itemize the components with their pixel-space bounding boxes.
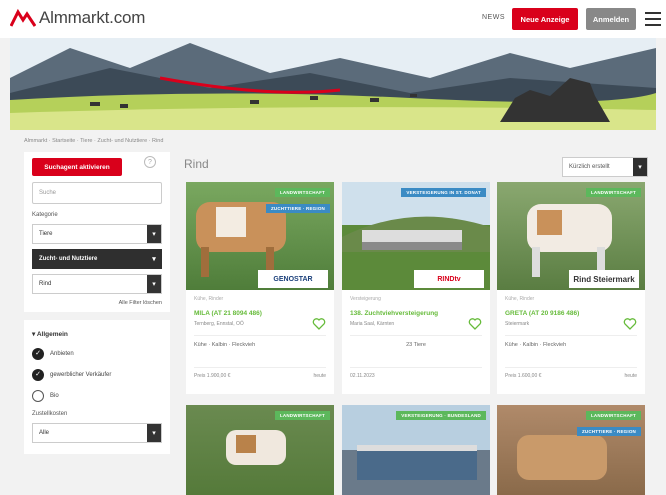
category-badge: VERSTEIGERUNG · BUNDESLAND (396, 411, 486, 420)
region-badge: ZUCHTTIERE · REGION (576, 427, 641, 436)
mountain-logo-icon (10, 8, 36, 27)
chevron-down-icon: ▾ (633, 158, 647, 176)
chevron-down-icon: ▾ (147, 250, 161, 268)
price-select[interactable]: Alle ▾ (32, 423, 162, 443)
heart-icon[interactable] (468, 317, 482, 331)
site-logo[interactable]: Almmarkt.com (10, 8, 145, 28)
listing-info: 23 Tiere (350, 335, 482, 363)
category-badge: LANDWIRTSCHAFT (585, 188, 641, 197)
general-section-title[interactable]: ▾ Allgemein (32, 330, 162, 338)
check-icon: ✓ (32, 369, 44, 381)
filter-option-commercial[interactable]: ✓ gewerblicher Verkäufer (32, 369, 162, 381)
check-icon: ✓ (32, 348, 44, 360)
checkbox-empty-icon (32, 390, 44, 402)
news-link[interactable]: NEWS (482, 14, 505, 21)
category-badge: LANDWIRTSCHAFT (585, 411, 641, 420)
login-button[interactable]: Anmelden (586, 8, 636, 30)
heart-icon[interactable] (623, 317, 637, 331)
listing-title[interactable]: 138. Zuchtviehversteigerung (342, 302, 460, 317)
hero-banner (10, 38, 656, 130)
listing-title[interactable]: GRETA (AT 20 9186 486) (497, 302, 615, 317)
listing-card[interactable]: LANDWIRTSCHAFT ZUCHTTIERE · REGION (497, 405, 645, 495)
category-badge: LANDWIRTSCHAFT (274, 411, 330, 420)
listing-image[interactable]: LANDWIRTSCHAFT ZUCHTTIERE · REGION (497, 405, 645, 495)
page-title: Rind (184, 157, 209, 171)
seller-logo: GENOSTAR (258, 270, 328, 288)
filter-sidebar: Suchagent aktivieren ? Suche Kategorie T… (24, 152, 170, 462)
category-select-1[interactable]: Tiere ▾ (32, 224, 162, 244)
listing-image[interactable]: VERSTEIGERUNG IN ST. DONAT RINDtv (342, 182, 490, 290)
listing-card[interactable]: VERSTEIGERUNG · BUNDESLAND (342, 405, 490, 495)
category-badge: LANDWIRTSCHAFT (274, 188, 330, 197)
seller-logo: Rind Steiermark (569, 270, 639, 288)
menu-icon[interactable] (645, 12, 661, 26)
new-ad-button[interactable]: Neue Anzeige (512, 8, 578, 30)
chevron-down-icon: ▾ (147, 275, 161, 293)
listing-category: Kühe, Rinder (505, 296, 535, 302)
listing-card[interactable]: LANDWIRTSCHAFT ZUCHTTIERE · REGION GENOS… (186, 182, 334, 394)
chevron-down-icon: ▾ (147, 424, 161, 442)
listing-footer: Preis 1.900,00 € heute (194, 367, 326, 379)
search-box: Suchagent aktivieren ? Suche Kategorie T… (24, 152, 170, 312)
listing-card[interactable]: LANDWIRTSCHAFT Rind Steiermark Kühe, Rin… (497, 182, 645, 394)
category-label: Kategorie (32, 212, 58, 218)
chevron-down-icon: ▾ (147, 225, 161, 243)
category-select-2[interactable]: Zucht- und Nutztiere ▾ (32, 249, 162, 269)
breadcrumb[interactable]: Almmarkt · Startseite · Tiere · Zucht- u… (24, 138, 163, 144)
filter-option-bio[interactable]: Bio (32, 390, 162, 402)
site-header: Almmarkt.com NEWS Neue Anzeige Anmelden (0, 0, 666, 38)
listing-footer: 02.11.2023 (350, 367, 482, 379)
heart-icon[interactable] (312, 317, 326, 331)
price-label: Zustellkosten (32, 411, 68, 417)
category-select-3[interactable]: Rind ▾ (32, 274, 162, 294)
logo-text: Almmarkt.com (39, 8, 146, 27)
listing-card[interactable]: LANDWIRTSCHAFT (186, 405, 334, 495)
search-input[interactable]: Suche (32, 182, 162, 204)
listing-image[interactable]: LANDWIRTSCHAFT (186, 405, 334, 495)
listing-image[interactable]: VERSTEIGERUNG · BUNDESLAND (342, 405, 490, 495)
reset-filters-link[interactable]: Alle Filter löschen (32, 300, 162, 306)
listing-image[interactable]: LANDWIRTSCHAFT Rind Steiermark (497, 182, 645, 290)
sort-select[interactable]: Kürzlich erstellt ▾ (562, 157, 648, 177)
listing-footer: Preis 1.600,00 € heute (505, 367, 637, 379)
general-filter-box: ▾ Allgemein ✓ Anbieten ✓ gewerblicher Verk… (24, 320, 170, 454)
listing-info: Kühe · Kalbin · Fleckvieh (194, 335, 326, 363)
save-search-button[interactable]: Suchagent aktivieren (32, 158, 122, 176)
listing-card[interactable]: VERSTEIGERUNG IN ST. DONAT RINDtv Verste… (342, 182, 490, 394)
listing-info: Kühe · Kalbin · Fleckvieh (505, 335, 637, 363)
listing-category: Kühe, Rinder (194, 296, 224, 302)
category-badge: VERSTEIGERUNG IN ST. DONAT (401, 188, 486, 197)
listing-image[interactable]: LANDWIRTSCHAFT ZUCHTTIERE · REGION GENOS… (186, 182, 334, 290)
listing-title[interactable]: MILA (AT 21 8094 486) (186, 302, 304, 317)
region-badge: ZUCHTTIERE · REGION (265, 204, 330, 213)
help-icon[interactable]: ? (144, 156, 156, 168)
seller-logo: RINDtv (414, 270, 484, 288)
listing-category: Versteigerung (350, 296, 381, 302)
filter-option-offer[interactable]: ✓ Anbieten (32, 348, 162, 360)
